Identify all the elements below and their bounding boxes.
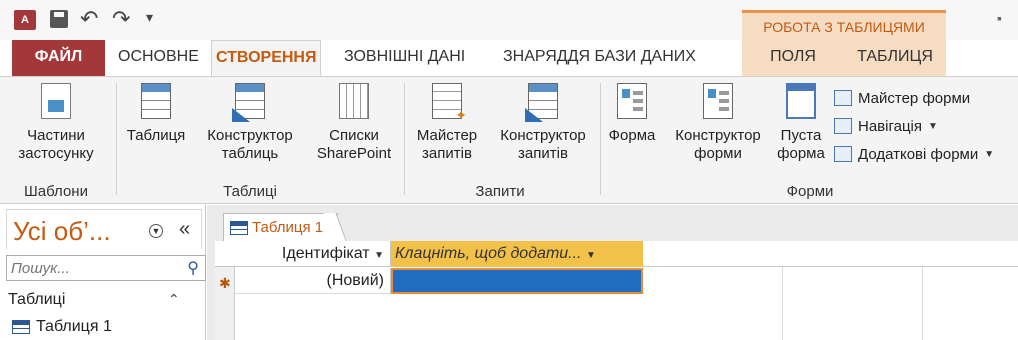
search-icon[interactable]: ⚲: [187, 258, 199, 278]
blank-form-label-1: Пуста: [780, 127, 822, 144]
query-designer-button[interactable]: Конструктор запитів: [488, 77, 598, 163]
search-input[interactable]: [11, 258, 179, 278]
redo-icon[interactable]: ↷: [112, 6, 130, 32]
query-wizard-icon: [432, 83, 467, 124]
collapse-group-icon[interactable]: ⌃: [168, 291, 180, 308]
form-designer-button[interactable]: Конструктор форми: [664, 77, 772, 163]
form-button-label: Форма: [608, 127, 656, 144]
tab-file[interactable]: ФАЙЛ: [12, 40, 105, 76]
form-designer-label-2: форми: [694, 145, 742, 162]
column-header-id-label: Ідентифікат: [281, 245, 370, 262]
nav-search: ⚲: [6, 255, 206, 281]
new-record-icon: ✱: [219, 275, 231, 291]
nav-item-label: Таблиця 1: [36, 318, 112, 335]
form-icon: [617, 83, 647, 119]
query-wizard-button[interactable]: Майстер запитів: [406, 77, 488, 163]
new-record-id-cell[interactable]: (Новий): [235, 268, 391, 294]
table-designer-label-2: таблиць: [221, 145, 279, 162]
sharepoint-list-icon: [339, 83, 369, 119]
table-icon: [12, 320, 30, 334]
chevron-down-icon: ▼: [984, 148, 995, 160]
tab-create[interactable]: СТВОРЕННЯ: [211, 40, 322, 76]
query-designer-label-2: запитів: [518, 145, 568, 162]
more-forms-icon: [834, 146, 852, 162]
group-templates-label: Шаблони: [24, 183, 88, 200]
nav-header: Усі об’... ▼ «: [6, 209, 202, 249]
table-designer-button[interactable]: Конструктор таблиць: [194, 77, 306, 163]
table-designer-label-1: Конструктор: [207, 127, 293, 144]
sharepoint-lists-label-2: SharePoint: [316, 145, 392, 162]
group-forms-label: Форми: [786, 183, 834, 200]
customize-qat-icon[interactable]: ▾: [146, 9, 153, 26]
document-tab-label: Таблиця 1: [252, 219, 324, 236]
tab-database-tools[interactable]: ЗНАРЯДДЯ БАЗИ ДАНИХ: [503, 40, 696, 76]
document-tab[interactable]: Таблиця 1: [223, 213, 339, 241]
table-icon: [230, 220, 248, 235]
column-header-add[interactable]: Клацніть, щоб додати... ▼: [391, 241, 643, 267]
window-menu-icon[interactable]: ▪: [997, 10, 1002, 26]
table-button[interactable]: Таблиця: [120, 77, 192, 145]
blank-form-icon: [786, 83, 816, 119]
new-record-add-cell[interactable]: [391, 268, 643, 294]
table-button-label: Таблиця: [126, 127, 186, 144]
group-tables-label: Таблиці: [223, 183, 277, 200]
tab-external-data[interactable]: ЗОВНІШНІ ДАНІ: [344, 40, 465, 76]
tab-fields[interactable]: ПОЛЯ: [742, 40, 844, 76]
nav-menu-icon[interactable]: ▼: [149, 224, 163, 238]
form-designer-label-1: Конструктор: [675, 127, 761, 144]
ribbon: Частини застосунку Шаблони Таблиця Конст…: [0, 76, 1018, 204]
navigation-label: Навігація: [858, 117, 923, 135]
sharepoint-lists-button[interactable]: Списки SharePoint: [308, 77, 400, 163]
form-wizard-button[interactable]: Майстер форми: [834, 87, 970, 109]
context-tab-group: РОБОТА З ТАБЛИЦЯМИ: [742, 10, 946, 40]
form-wizard-icon: [834, 90, 852, 106]
more-forms-label: Додаткові форми: [858, 145, 979, 163]
column-header-id[interactable]: Ідентифікат ▼: [235, 241, 391, 267]
sharepoint-lists-label-1: Списки: [329, 127, 379, 144]
ribbon-separator: [116, 83, 117, 195]
context-group-label: РОБОТА З ТАБЛИЦЯМИ: [763, 19, 925, 35]
query-wizard-label-2: запитів: [422, 145, 472, 162]
app-parts-button[interactable]: Частини застосунку: [6, 77, 106, 163]
tab-table[interactable]: ТАБЛИЦЯ: [844, 40, 946, 76]
chevron-down-icon: ▼: [928, 120, 938, 132]
header-row: Ідентифікат ▼ Клацніть, щоб додати... ▼: [215, 241, 1018, 267]
navigation-button[interactable]: Навігація ▼: [834, 115, 938, 137]
app-parts-label-2: застосунку: [18, 145, 94, 162]
tab-home[interactable]: ОСНОВНЕ: [118, 40, 199, 76]
access-app-icon: A: [14, 10, 36, 30]
nav-item-table[interactable]: Таблиця 1: [12, 318, 112, 336]
nav-title[interactable]: Усі об’...: [13, 216, 111, 247]
table-icon: [141, 83, 171, 119]
more-forms-button[interactable]: Додаткові форми ▼: [834, 143, 994, 165]
query-wizard-label-1: Майстер: [416, 127, 478, 144]
ribbon-separator: [404, 83, 405, 195]
column-header-add-label: Клацніть, щоб додати...: [395, 245, 582, 262]
query-designer-label-1: Конструктор: [500, 127, 586, 144]
query-designer-icon: [528, 83, 558, 119]
quick-access-toolbar: A ↶ ↷ ▾ РОБОТА З ТАБЛИЦЯМИ ▪: [0, 0, 1018, 40]
form-button[interactable]: Форма: [600, 77, 664, 145]
group-queries-label: Запити: [475, 183, 525, 200]
blank-form-button[interactable]: Пуста форма: [772, 77, 830, 163]
app-parts-label-1: Частини: [27, 127, 85, 144]
form-wizard-label: Майстер форми: [858, 89, 971, 107]
chevron-down-icon[interactable]: ▼: [586, 250, 596, 261]
document-area: Таблиця 1 Ідентифікат ▼ Клацніть, щоб до…: [207, 205, 1018, 340]
navigation-pane: Усі об’... ▼ « ⚲ Таблиці ⌃ Таблиця 1: [0, 205, 206, 340]
table-designer-icon: [235, 83, 265, 119]
form-designer-icon: [703, 83, 733, 119]
chevron-down-icon[interactable]: ▼: [374, 250, 384, 261]
navigation-icon: [834, 118, 852, 134]
undo-icon[interactable]: ↶: [80, 6, 98, 32]
blank-form-label-2: форма: [777, 145, 825, 162]
save-icon[interactable]: [50, 10, 68, 28]
datasheet-grid: Ідентифікат ▼ Клацніть, щоб додати... ▼ …: [215, 241, 1018, 340]
nav-group-tables[interactable]: Таблиці: [8, 291, 65, 309]
app-parts-icon: [41, 83, 71, 119]
collapse-pane-icon[interactable]: «: [179, 218, 190, 241]
ribbon-tabs: ФАЙЛ ОСНОВНЕ СТВОРЕННЯ ЗОВНІШНІ ДАНІ ЗНА…: [0, 40, 1018, 76]
